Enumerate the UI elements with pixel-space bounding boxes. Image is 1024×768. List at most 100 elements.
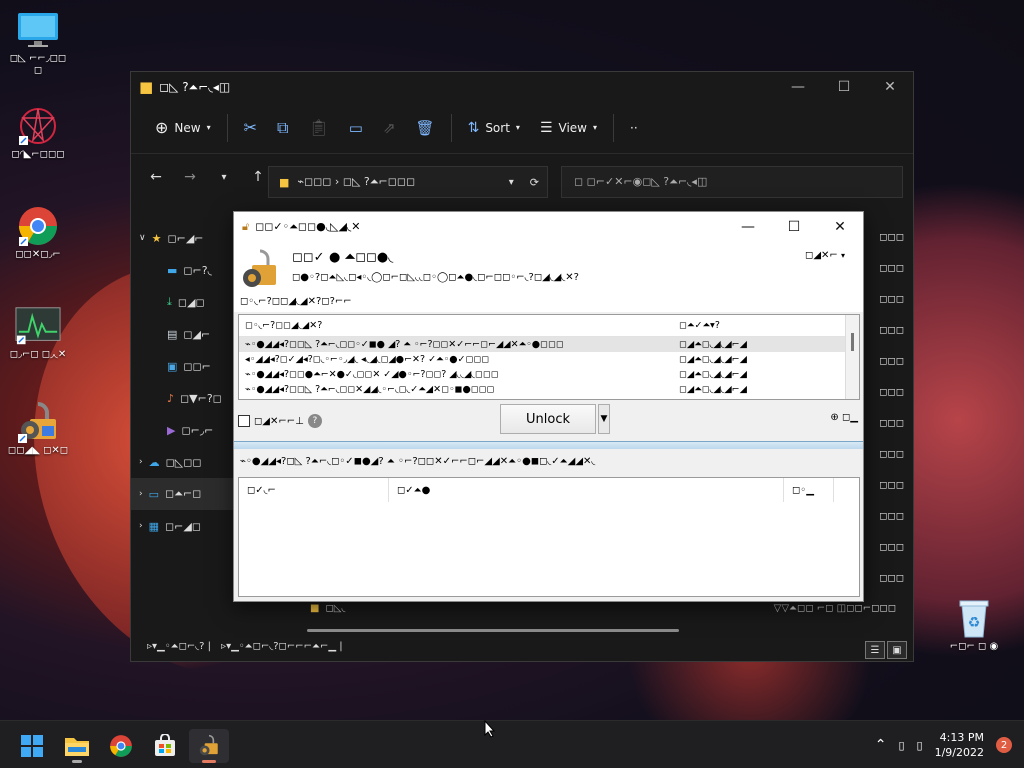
column-header-id[interactable]: ◻◦▁ — [784, 478, 834, 502]
dialog-minimize-button[interactable]: — — [725, 212, 771, 242]
explorer-title: ◻◺ ?⏶⌐◟◂◫ — [159, 79, 231, 94]
refresh-icon[interactable]: ⟳ — [530, 176, 539, 189]
file-detail: ◻◻◻ — [879, 232, 904, 243]
help-icon[interactable]: ? — [307, 414, 322, 428]
desktop-icon-label: ◻◜◣⌐◻◻◻ — [11, 149, 65, 160]
splitter-handle[interactable] — [234, 441, 863, 449]
unlocker-small-icon: 🔓︎ — [242, 220, 250, 233]
column-header-name[interactable]: ◻✓◟⌐ — [239, 478, 389, 502]
file-detail: ◻◻◻ — [879, 542, 904, 553]
desktop-icon-chrome[interactable]: ◻◻✕◻◞⌐ — [6, 206, 70, 261]
close-button[interactable]: ✕ — [867, 72, 913, 102]
column-header-process[interactable]: ◻◦◟⌐?◻◻◢◟◢✕? — [239, 320, 679, 331]
rename-button[interactable]: ▭ — [339, 112, 373, 144]
dialog-titlebar[interactable]: 🔓︎ ◻◻✓◦⏶◻◻●◟◺◢◟✕ — ☐ ✕ — [234, 212, 863, 242]
svg-text:♻: ♻ — [968, 615, 981, 631]
dialog-maximize-button[interactable]: ☐ — [771, 212, 817, 242]
unlock-button[interactable]: Unlock — [500, 404, 596, 434]
taskbar-chrome[interactable] — [101, 729, 141, 763]
file-detail: ◻◻◻ — [879, 294, 904, 305]
chevron-down-icon: ▾ — [840, 251, 845, 260]
desktop-icon-this-pc[interactable]: ◻◺ ⌐⌐◞◻◻◻ — [6, 10, 70, 77]
desktop-icon-app-star[interactable]: ◻◜◣⌐◻◻◻ — [6, 106, 70, 161]
clock[interactable]: 4:13 PM 1/9/2022 — [935, 730, 984, 760]
copy-button[interactable]: ⧉ — [267, 112, 298, 144]
chevron-up-icon[interactable]: ⌃ — [875, 737, 887, 753]
list-item[interactable]: ◂◦◢◢◂?◻✓◢◂?◻◟◦⌐◦◞◢◟ ◂◟◢◟◻◢●⌐✕? ✓⏶◦●✓◻◻◻ … — [239, 352, 859, 367]
sort-button[interactable]: ⇅ Sort ▾ — [458, 112, 530, 144]
recycle-bin-icon: ♻ — [951, 598, 997, 638]
delete-button[interactable]: 🗑︎ — [406, 112, 445, 144]
language-selector[interactable]: ◻◢✕⌐ ▾ — [805, 250, 845, 261]
status-item-count: ▹▾▁◦⏶◻⌐◟? | — [147, 640, 212, 652]
system-tray: ⌃ ▯ ▯ 4:13 PM 1/9/2022 2 — [875, 721, 1024, 768]
file-info: ▽▽⏶◻◻ ⌐◻ ◫◻◻⌐◻◻◻ — [773, 602, 896, 614]
unlock-options-dropdown[interactable]: ▼ — [598, 404, 610, 434]
search-box[interactable]: ◻ ◻⌐✓✕⌐◉◻◺ ?⏶⌐◟◂◫ — [561, 166, 903, 198]
chevron-right-icon: › — [139, 521, 143, 531]
more-options-button[interactable]: ·· — [620, 112, 648, 144]
desktop-icon-recycle-bin[interactable]: ♻ ⌐◻⌐ ◻ ◉ — [942, 598, 1006, 653]
unlocker-logo-icon — [243, 249, 276, 287]
activity-monitor-icon — [15, 306, 61, 346]
copy-icon: ⧉ — [277, 117, 289, 137]
locking-handles-list[interactable]: ◻◦◟⌐?◻◻◢◟◢✕? ◻⏶✓⏶▾? ⌁◦●◢◢◂?◻◻◺ ?⏶⌐◟◻◻◦✓◼… — [238, 314, 860, 400]
address-bar[interactable]: ■ ⌁◻◻◻ › ◻◺ ?⏶⌐◻◻◻ ▾ ⟳ — [268, 166, 548, 198]
dialog-controls: ◻◢✕⌐⌐⊥ ? Unlock ▼ ⊕ ◻▁ — [238, 404, 860, 438]
chrome-icon — [110, 735, 132, 757]
tiles-view-toggle[interactable]: ▣ — [887, 641, 907, 659]
paste-button[interactable]: 📋︎ — [298, 112, 338, 144]
desktop-icon-monitor-app[interactable]: ◻◞⌐◻ ◻◞◟✕ — [6, 306, 70, 361]
details-table[interactable]: ◻✓◟⌐ ◻✓⏶● ◻◦▁ — [238, 477, 860, 597]
taskbar-store[interactable] — [145, 729, 185, 763]
folder-icon: ■ — [310, 602, 320, 614]
column-header-status[interactable]: ◻⏶✓⏶▾? — [679, 320, 720, 331]
chevron-right-icon: › — [139, 489, 143, 499]
desktop-icon-label: ◻◺ ⌐⌐◞◻◻◻ — [9, 53, 67, 76]
file-detail: ◻◻◻ — [879, 356, 904, 367]
taskbar-file-explorer[interactable] — [57, 729, 97, 763]
address-dropdown-icon[interactable]: ▾ — [509, 177, 514, 188]
nav-item-label: ◻⌐◞⌐ — [181, 423, 214, 437]
minimize-button[interactable]: — — [775, 72, 821, 102]
recent-dropdown-button[interactable]: ▾ — [209, 162, 239, 192]
taskbar-unlocker[interactable] — [189, 729, 229, 763]
forward-button[interactable]: → — [175, 162, 205, 192]
trash-icon: 🗑︎ — [415, 118, 435, 137]
desktop-icon-label: ◻◞⌐◻ ◻◞◟✕ — [9, 349, 67, 360]
new-button[interactable]: ⊕ New ▾ — [145, 112, 221, 144]
plus-icon: ⊕ — [155, 118, 169, 137]
list-item[interactable]: ⌁◦●◢◢◂?◻◻●⏶⌐✕●✓◟◻◻✕ ✓◢●◦⌐?◻◻? ◢◟◟◢◟◻◻◻ ◻… — [239, 367, 859, 382]
list-item[interactable]: ⌁◦●◢◢◂?◻◻◺ ?⏶⌐◟◻◻◦✓◼● ◢? ⏶ ◦⌐?◻◻✕✓⌐⌐◻⌐◢◢… — [239, 337, 859, 352]
dialog-close-button[interactable]: ✕ — [817, 212, 863, 242]
volume-tray-icon[interactable]: ▯ — [917, 739, 923, 752]
column-header-path[interactable]: ◻✓⏶● — [389, 478, 784, 502]
back-button[interactable]: ← — [141, 162, 171, 192]
desktop-icon-unlocker[interactable]: ◻◻◢◣ ◻✕◻ — [6, 402, 70, 457]
network-tray-icon[interactable]: ▯ — [898, 739, 904, 752]
video-icon: ▶ — [167, 423, 176, 437]
start-button[interactable] — [12, 729, 52, 763]
monitor-icon — [15, 10, 61, 50]
cut-button[interactable]: ✂ — [234, 112, 267, 144]
list-scrollbar[interactable] — [845, 315, 859, 399]
view-button[interactable]: ☰ View ▾ — [530, 112, 607, 144]
share-button[interactable]: ⇗ — [373, 112, 406, 144]
maximize-button[interactable]: ☐ — [821, 72, 867, 102]
expand-toggle[interactable]: ⊕ ◻▁ — [830, 412, 858, 423]
explorer-titlebar[interactable]: ■ ◻◺ ?⏶⌐◟◂◫ — ☐ ✕ — [131, 72, 913, 102]
file-detail: ◻◻◻ — [879, 263, 904, 274]
view-button-label: View — [558, 120, 587, 135]
download-icon: ⤓ — [167, 295, 172, 308]
notification-badge[interactable]: 2 — [996, 737, 1012, 753]
nav-item-label: ◻▼⌐?◻ — [180, 391, 222, 405]
details-view-toggle[interactable]: ☰ — [865, 641, 885, 659]
option-checkbox[interactable] — [238, 415, 250, 427]
chevron-down-icon: ▾ — [206, 123, 211, 132]
rename-icon: ▭ — [348, 118, 363, 137]
status-selection: ▹▾▁◦⏶◻⌐◟?◻⌐⌐⌐⏶⌐▁ | — [221, 640, 343, 652]
list-item[interactable]: ⌁◦●◢◢◂?◻◻◺ ?⏶⌐◟◻◻✕◢◢◟◦⌐◟◻◟✓⏶◢✕◻◦◼●◻◻◻ ◻◢… — [239, 382, 859, 397]
file-detail: ◻◻◻ — [879, 387, 904, 398]
taskbar: ⌃ ▯ ▯ 4:13 PM 1/9/2022 2 — [0, 720, 1024, 768]
file-details-column: ◻◻◻ ◻◻◻ ◻◻◻ ◻◻◻ ◻◻◻ ◻◻◻ ◻◻◻ ◻◻◻ ◻◻◻ ◻◻◻ … — [866, 222, 906, 594]
